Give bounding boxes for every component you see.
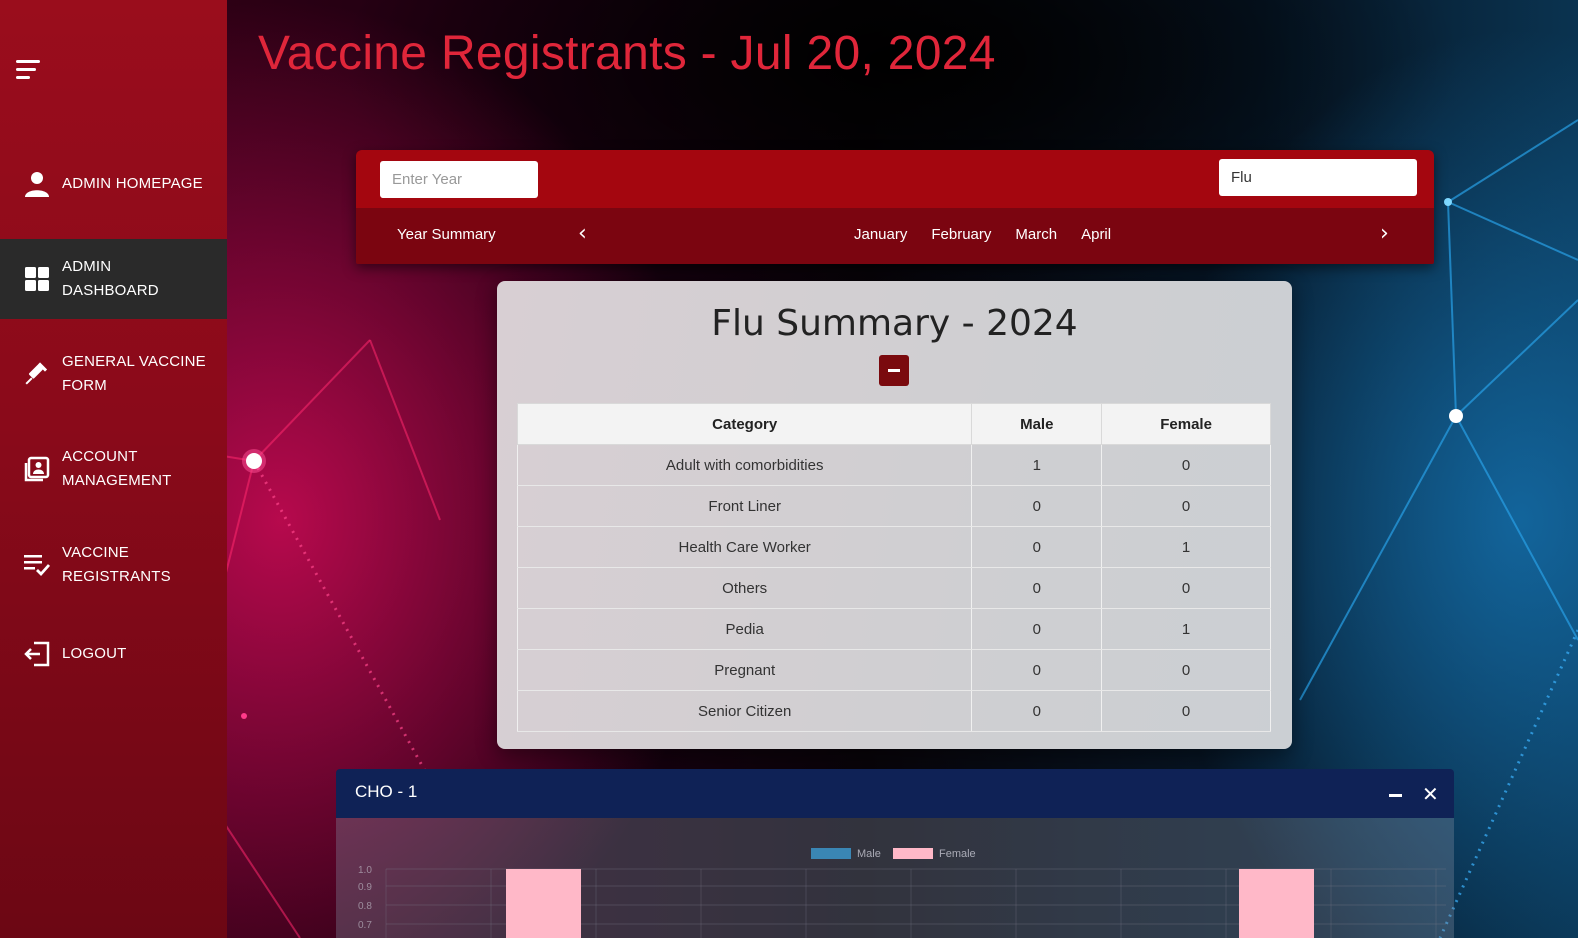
chevron-right-icon[interactable]: ›	[1380, 221, 1389, 246]
column-header-male: Male	[971, 403, 1103, 445]
table-row: Pregnant 0 0	[516, 649, 1271, 691]
male-cell: 1	[971, 444, 1103, 486]
chart-area: Male Female 1.0 0.9 0.8 0.7	[336, 818, 1454, 938]
table-row: Adult with comorbidities 1 0	[516, 444, 1271, 486]
sidebar-item-label: GENERAL VACCINE FORM	[62, 353, 206, 394]
male-cell: 0	[971, 649, 1103, 691]
male-cell: 0	[971, 608, 1103, 650]
page-title: Vaccine Registrants - Jul 20, 2024	[258, 27, 996, 80]
y-tick-label: 0.7	[358, 920, 372, 931]
month-tabs: January February March April	[854, 226, 1111, 243]
year-summary-tab[interactable]: Year Summary	[397, 226, 496, 243]
male-cell: 0	[971, 567, 1103, 609]
female-cell: 0	[1101, 567, 1271, 609]
tab-january[interactable]: January	[854, 226, 907, 243]
menu-toggle-icon[interactable]	[16, 60, 42, 82]
legend-swatch-female	[893, 848, 933, 859]
summary-card: Flu Summary - 2024 Category Male Female …	[497, 281, 1292, 749]
female-cell: 0	[1101, 485, 1271, 527]
table-row: Senior Citizen 0 0	[516, 690, 1271, 732]
bar-chart: Male Female 1.0 0.9 0.8 0.7	[358, 848, 1446, 938]
filter-bar: Flu Year Summary ‹ January February Marc…	[356, 150, 1434, 264]
vaccine-select[interactable]: Flu	[1219, 159, 1417, 196]
bar-female	[1239, 869, 1314, 938]
chevron-left-icon[interactable]: ‹	[578, 221, 587, 246]
y-tick-label: 0.8	[358, 901, 372, 912]
y-tick-label: 0.9	[358, 882, 372, 893]
sidebar-item-general-vaccine-form[interactable]: GENERAL VACCINE FORM	[0, 334, 227, 414]
chart-panel-title: CHO - 1	[355, 782, 418, 801]
sidebar-item-label: ADMIN DASHBOARD	[62, 258, 159, 299]
list-check-icon	[20, 548, 54, 582]
tab-april[interactable]: April	[1081, 226, 1111, 243]
category-cell: Pedia	[516, 608, 973, 650]
user-icon	[20, 167, 54, 201]
female-cell: 0	[1101, 690, 1271, 732]
sidebar-item-label: ACCOUNT MANAGEMENT	[62, 448, 172, 489]
female-cell: 0	[1101, 444, 1271, 486]
category-cell: Pregnant	[516, 649, 973, 691]
legend-label-male: Male	[857, 848, 881, 860]
minus-icon	[888, 369, 900, 372]
bar-female	[506, 869, 581, 938]
summary-table: Category Male Female Adult with comorbid…	[516, 403, 1271, 732]
female-cell: 1	[1101, 526, 1271, 568]
month-nav: Year Summary ‹ January February March Ap…	[356, 208, 1434, 264]
sidebar-item-admin-homepage[interactable]: ADMIN HOMEPAGE	[0, 144, 227, 224]
female-cell: 0	[1101, 649, 1271, 691]
chart-panel-header: CHO - 1 ✕	[336, 769, 1454, 818]
sidebar-item-account-management[interactable]: ACCOUNT MANAGEMENT	[0, 429, 227, 509]
filter-top-row: Flu	[356, 150, 1434, 208]
female-cell: 1	[1101, 608, 1271, 650]
sidebar-item-admin-dashboard[interactable]: ADMIN DASHBOARD	[0, 239, 227, 319]
male-cell: 0	[971, 690, 1103, 732]
tab-february[interactable]: February	[931, 226, 991, 243]
category-cell: Health Care Worker	[516, 526, 973, 568]
legend-label-female: Female	[939, 848, 976, 860]
summary-title: Flu Summary - 2024	[711, 303, 1078, 344]
table-row: Others 0 0	[516, 567, 1271, 609]
category-cell: Others	[516, 567, 973, 609]
sidebar-item-vaccine-registrants[interactable]: VACCINE REGISTRANTS	[0, 525, 227, 605]
category-cell: Front Liner	[516, 485, 973, 527]
table-row: Health Care Worker 0 1	[516, 526, 1271, 568]
column-header-female: Female	[1101, 403, 1271, 445]
table-row: Front Liner 0 0	[516, 485, 1271, 527]
sidebar-item-label: ADMIN HOMEPAGE	[62, 175, 203, 192]
sidebar: ADMIN HOMEPAGE ADMIN DASHBOARD GENERAL V…	[0, 0, 227, 938]
minimize-icon[interactable]	[1389, 794, 1402, 797]
male-cell: 0	[971, 485, 1103, 527]
table-row: Pedia 0 1	[516, 608, 1271, 650]
male-cell: 0	[971, 526, 1103, 568]
syringe-icon	[20, 357, 54, 391]
logout-icon	[20, 637, 54, 671]
table-header-row: Category Male Female	[516, 403, 1271, 445]
sidebar-item-label: VACCINE REGISTRANTS	[62, 544, 171, 585]
sidebar-item-label: LOGOUT	[62, 645, 127, 662]
close-icon[interactable]: ✕	[1422, 782, 1439, 806]
y-tick-label: 1.0	[358, 865, 372, 876]
account-card-icon	[20, 452, 54, 486]
category-cell: Senior Citizen	[516, 690, 973, 732]
tab-march[interactable]: March	[1015, 226, 1057, 243]
column-header-category: Category	[516, 403, 973, 445]
collapse-button[interactable]	[879, 355, 909, 386]
dashboard-grid-icon	[20, 262, 54, 296]
category-cell: Adult with comorbidities	[516, 444, 973, 486]
sidebar-item-logout[interactable]: LOGOUT	[0, 614, 227, 694]
chart-panel: CHO - 1 ✕ Male Female 1.0 0.9 0.8 0.7	[336, 769, 1454, 938]
legend-swatch-male	[811, 848, 851, 859]
year-input[interactable]	[380, 161, 538, 198]
